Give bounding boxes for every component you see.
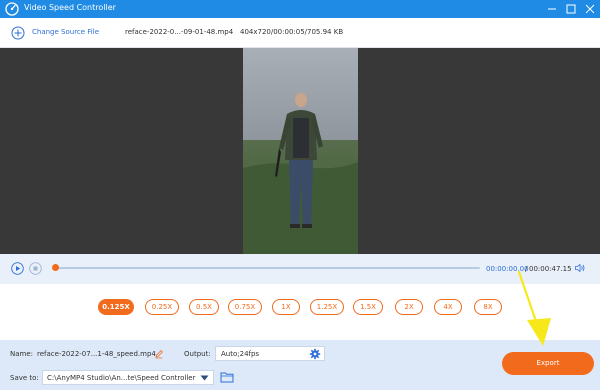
gear-icon[interactable] — [309, 348, 321, 360]
minimize-icon[interactable] — [546, 3, 558, 15]
chevron-down-icon[interactable] — [200, 375, 209, 381]
speed-option-0-125x[interactable]: 0.125X — [98, 299, 134, 315]
save-to-label: Save to: — [10, 374, 39, 382]
title-bar: Video Speed Controller — [0, 0, 600, 18]
save-path-select[interactable]: C:\AnyMP4 Studio\An...te\Speed Controlle… — [42, 370, 214, 385]
time-separator: / — [525, 265, 528, 273]
close-icon[interactable] — [584, 3, 596, 15]
output-format-value: Auto;24fps — [221, 350, 260, 358]
current-time: 00:00:00.00 — [486, 265, 529, 273]
video-frame-image — [243, 48, 358, 254]
speed-options: 0.125X 0.25X 0.5X 0.75X 1X 1.25X 1.5X 2X… — [0, 284, 600, 340]
video-speed-logo-icon — [5, 2, 19, 16]
speed-option-1x[interactable]: 1X — [272, 299, 300, 315]
add-circle-icon[interactable] — [11, 26, 25, 40]
speed-option-0-5x[interactable]: 0.5X — [189, 299, 219, 315]
video-speed-controller-window: Video Speed Controller Change Source Fil… — [0, 0, 600, 390]
video-preview — [0, 48, 600, 254]
total-time: 00:00:47.15 — [529, 265, 572, 273]
speed-option-1-25x[interactable]: 1.25X — [310, 299, 344, 315]
file-info: 404x720/00:00:05/705.94 KB — [240, 28, 344, 36]
playback-bar: 00:00:00.00 / 00:00:47.15 — [0, 254, 600, 284]
file-name: reface-2022-0...-09-01-48.mp4 — [125, 28, 234, 36]
speed-option-1-5x[interactable]: 1.5X — [353, 299, 383, 315]
name-label: Name: — [10, 350, 34, 358]
speed-option-8x[interactable]: 8X — [474, 299, 502, 315]
export-button[interactable]: Export — [502, 352, 594, 375]
folder-icon[interactable] — [220, 371, 234, 383]
output-file-name: reface-2022-07...1-48_speed.mp4 — [37, 350, 156, 358]
speed-option-0-75x[interactable]: 0.75X — [228, 299, 262, 315]
volume-icon[interactable] — [574, 262, 586, 274]
progress-thumb[interactable] — [51, 264, 59, 271]
maximize-icon[interactable] — [565, 3, 577, 15]
output-format-field[interactable]: Auto;24fps — [215, 346, 325, 361]
change-source-file-button[interactable]: Change Source File — [32, 28, 99, 36]
progress-track[interactable] — [55, 267, 480, 269]
save-path-value: C:\AnyMP4 Studio\An...te\Speed Controlle… — [47, 374, 196, 382]
speed-option-0-25x[interactable]: 0.25X — [145, 299, 179, 315]
window-title: Video Speed Controller — [24, 3, 116, 12]
pencil-icon[interactable] — [154, 349, 164, 359]
output-label: Output: — [184, 350, 211, 358]
speed-option-4x[interactable]: 4X — [434, 299, 462, 315]
play-icon[interactable] — [11, 262, 24, 275]
source-bar: Change Source File reface-2022-0...-09-0… — [0, 18, 600, 48]
export-panel: Name: reface-2022-07...1-48_speed.mp4 Ou… — [0, 340, 600, 390]
stop-icon[interactable] — [29, 262, 42, 275]
speed-option-2x[interactable]: 2X — [395, 299, 423, 315]
